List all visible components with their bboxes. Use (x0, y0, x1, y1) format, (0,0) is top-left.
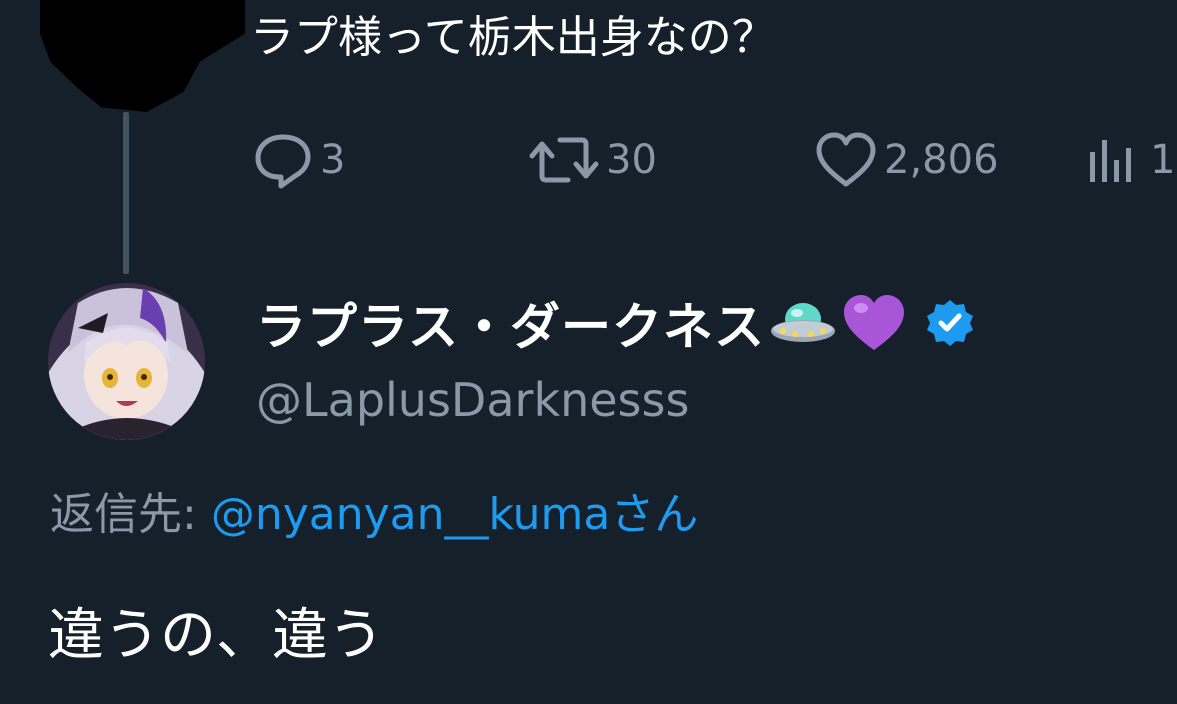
bar-chart-icon (1084, 130, 1144, 190)
retweet-arrows-icon (528, 130, 600, 190)
purple-heart-emoji (841, 292, 907, 354)
like-button[interactable]: 2,806 (814, 130, 999, 190)
retweet-button[interactable]: 30 (528, 130, 657, 190)
reply-count: 3 (320, 137, 346, 183)
heart-icon (814, 130, 878, 190)
views-button[interactable]: 1 (1084, 130, 1175, 190)
parent-tweet-actions: 3 30 2,806 1 (0, 130, 1177, 190)
parent-tweet-text: ラプ様って栃木出身なの？ (250, 12, 776, 63)
author-display-name[interactable]: ラプラス・ダークネス (256, 285, 975, 361)
replying-to: 返信先: @nyanyan__kumaさん (50, 485, 698, 545)
replying-to-mention-link[interactable]: @nyanyan__kumaさん (211, 489, 699, 540)
replying-to-prefix: 返信先: (50, 489, 211, 540)
like-count: 2,806 (884, 137, 999, 183)
verified-badge-icon (925, 298, 975, 348)
ufo-emoji (769, 293, 837, 353)
views-count: 1 (1150, 137, 1176, 183)
author-handle[interactable]: @LaplusDarknesss (256, 370, 689, 430)
reply-button[interactable]: 3 (252, 130, 345, 190)
reply-tweet-text: 違うの、違う (48, 603, 384, 668)
speech-bubble-icon (252, 130, 314, 190)
redacted-avatar (40, 0, 245, 112)
retweet-count: 30 (606, 137, 657, 183)
display-name-text: ラプラス・ダークネス (256, 298, 765, 356)
author-avatar[interactable] (48, 283, 205, 440)
